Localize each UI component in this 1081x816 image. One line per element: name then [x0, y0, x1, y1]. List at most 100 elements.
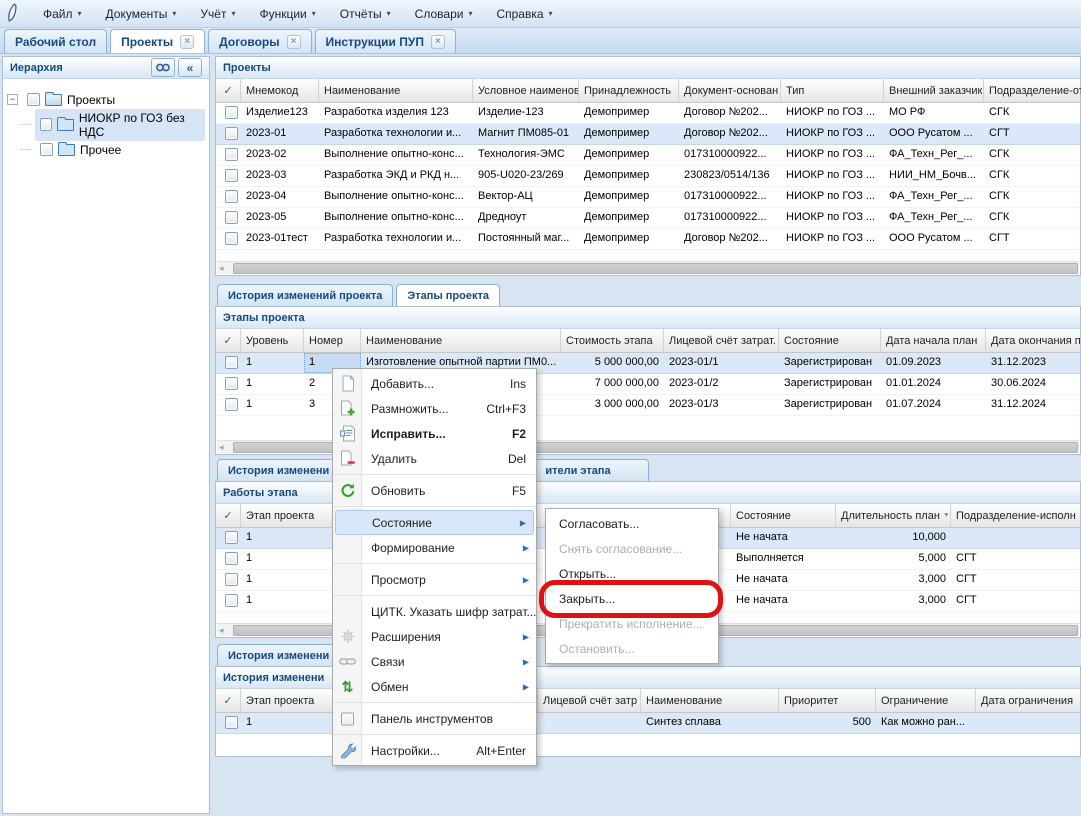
row-checkbox[interactable] [225, 398, 238, 411]
row-checkbox[interactable] [225, 356, 238, 369]
column-header-0[interactable]: Этап проекта [241, 689, 346, 712]
search-button[interactable] [151, 58, 175, 77]
row-checkbox[interactable] [225, 190, 238, 203]
column-header-4[interactable]: Документ-основан [679, 79, 781, 102]
column-header-5[interactable]: Тип [781, 79, 884, 102]
table-row[interactable]: 2023-02Выполнение опытно-конс...Технолог… [216, 145, 1080, 166]
table-row[interactable]: 2023-03Разработка ЭКД и РКД н...905-U020… [216, 166, 1080, 187]
select-all-checkbox[interactable]: ✓ [216, 79, 241, 102]
column-header-1[interactable]: Номер [304, 329, 361, 352]
submenu-item-0[interactable]: Согласовать... [546, 511, 718, 536]
context-menu-item-12[interactable]: ЦИТК. Указать шифр затрат... [333, 599, 536, 624]
select-all-checkbox[interactable]: ✓ [216, 329, 241, 352]
row-checkbox[interactable] [225, 531, 238, 544]
context-menu-item-2[interactable]: Исправить...F2 [333, 421, 536, 446]
tab-main-2[interactable]: Договоры× [208, 29, 311, 53]
context-menu-item-15[interactable]: ⇅Обмен▶ [333, 674, 536, 699]
table-row[interactable]: Изделие123Разработка изделия 123Изделие-… [216, 103, 1080, 124]
column-header-1[interactable]: Состояние [731, 504, 836, 527]
tab-stage_tabs-0[interactable]: История изменений проекта [217, 284, 393, 306]
column-header-5[interactable]: Дата ограничения [976, 689, 1081, 712]
tab-main-3[interactable]: Инструкции ПУП× [315, 29, 456, 53]
tree-checkbox[interactable] [40, 118, 52, 131]
column-header-1[interactable]: Лицевой счёт затр [538, 689, 641, 712]
menu-checkbox[interactable] [341, 712, 354, 725]
column-header-5[interactable]: Состояние [779, 329, 881, 352]
tree-node[interactable]: НИОКР по ГОЗ без НДС [7, 112, 205, 137]
menubar-item-3[interactable]: Функции▾ [247, 0, 327, 28]
tab-history_tabs-0[interactable]: История изменени [217, 644, 340, 666]
column-header-0[interactable]: Мнемокод [241, 79, 319, 102]
select-all-checkbox[interactable]: ✓ [216, 504, 241, 527]
scroll-left-icon[interactable]: ◂ [219, 442, 224, 453]
collapse-sidebar-button[interactable]: « [178, 58, 202, 77]
table-row[interactable]: 2023-04Выполнение опытно-конс...Вектор-А… [216, 187, 1080, 208]
row-checkbox[interactable] [225, 127, 238, 140]
tree-checkbox[interactable] [27, 93, 40, 106]
column-header-3[interactable]: Приоритет [779, 689, 876, 712]
row-checkbox[interactable] [225, 594, 238, 607]
tab-works_tabs-0[interactable]: История изменени [217, 459, 340, 481]
menubar-item-6[interactable]: Справка▾ [484, 0, 564, 28]
tab-main-1[interactable]: Проекты× [110, 29, 205, 53]
column-header-2[interactable]: Длительность план▼ [836, 504, 951, 527]
table-row[interactable]: 2023-05Выполнение опытно-конс...Дредноут… [216, 208, 1080, 229]
menubar-item-5[interactable]: Словари▾ [403, 0, 485, 28]
column-header-3[interactable]: Принадлежность [579, 79, 679, 102]
scroll-left-icon[interactable]: ◂ [219, 625, 224, 636]
row-checkbox[interactable] [225, 716, 238, 729]
row-checkbox[interactable] [225, 169, 238, 182]
menubar-item-1[interactable]: Документы▾ [94, 0, 189, 28]
select-all-checkbox[interactable]: ✓ [216, 689, 241, 712]
column-header-0[interactable]: Уровень [241, 329, 304, 352]
column-header-2[interactable]: Наименование [361, 329, 561, 352]
column-header-3[interactable]: Стоимость этапа [561, 329, 664, 352]
column-header-4[interactable]: Ограничение [876, 689, 976, 712]
context-menu-item-1[interactable]: Размножить...Ctrl+F3 [333, 396, 536, 421]
tree-checkbox[interactable] [40, 143, 53, 156]
context-menu-item-8[interactable]: Формирование▶ [333, 535, 536, 560]
scroll-left-icon[interactable]: ◂ [219, 263, 224, 274]
row-checkbox[interactable] [225, 552, 238, 565]
tab-main-0[interactable]: Рабочий стол [4, 29, 107, 53]
column-header-7[interactable]: Дата окончания п [986, 329, 1081, 352]
column-header-6[interactable]: Внешний заказчик [884, 79, 984, 102]
table-row[interactable]: 2023-01Разработка технологии и...Магнит … [216, 124, 1080, 145]
submenu-item-2[interactable]: Открыть... [546, 561, 718, 586]
context-menu-item-7[interactable]: Состояние▶ [335, 510, 534, 535]
row-checkbox[interactable] [225, 232, 238, 245]
row-checkbox[interactable] [225, 573, 238, 586]
tab-close-icon[interactable]: × [287, 35, 301, 49]
column-header-0[interactable]: Этап проекта [241, 504, 346, 527]
context-menu-item-10[interactable]: Просмотр▶ [333, 567, 536, 592]
table-row[interactable]: 2023-01тестРазработка технологии и...Пос… [216, 229, 1080, 250]
submenu-item-3[interactable]: Закрыть... [546, 586, 718, 611]
horizontal-scrollbar[interactable]: ◂ [217, 261, 1079, 274]
context-menu-item-3[interactable]: УдалитьDel [333, 446, 536, 471]
context-menu-item-13[interactable]: Расширения▶ [333, 624, 536, 649]
tab-close-icon[interactable]: × [180, 35, 194, 49]
context-menu-item-19[interactable]: Настройки...Alt+Enter [333, 738, 536, 763]
column-header-2[interactable]: Наименование [641, 689, 779, 712]
context-menu-item-5[interactable]: ОбновитьF5 [333, 478, 536, 503]
scrollbar-thumb[interactable] [233, 263, 1078, 274]
menubar-item-0[interactable]: Файл▾ [31, 0, 94, 28]
column-header-2[interactable]: Условное наименова [473, 79, 579, 102]
expander-minus-icon[interactable]: − [7, 94, 18, 105]
row-checkbox[interactable] [225, 106, 238, 119]
menubar-item-4[interactable]: Отчёты▾ [328, 0, 403, 28]
tab-close-icon[interactable]: × [431, 35, 445, 49]
context-menu-item-17[interactable]: Панель инструментов [333, 706, 536, 731]
row-checkbox[interactable] [225, 377, 238, 390]
context-menu-item-14[interactable]: Связи▶ [333, 649, 536, 674]
tree-node[interactable]: Прочее [7, 137, 205, 162]
column-header-4[interactable]: Лицевой счёт затрат. [664, 329, 779, 352]
tab-stage_tabs-1[interactable]: Этапы проекта [396, 284, 500, 306]
menubar-item-2[interactable]: Учёт▾ [188, 0, 247, 28]
row-checkbox[interactable] [225, 211, 238, 224]
column-header-6[interactable]: Дата начала план [881, 329, 986, 352]
column-header-1[interactable]: Наименование [319, 79, 473, 102]
column-header-7[interactable]: Подразделение-от [984, 79, 1081, 102]
row-checkbox[interactable] [225, 148, 238, 161]
column-header-3[interactable]: Подразделение-исполн [951, 504, 1081, 527]
